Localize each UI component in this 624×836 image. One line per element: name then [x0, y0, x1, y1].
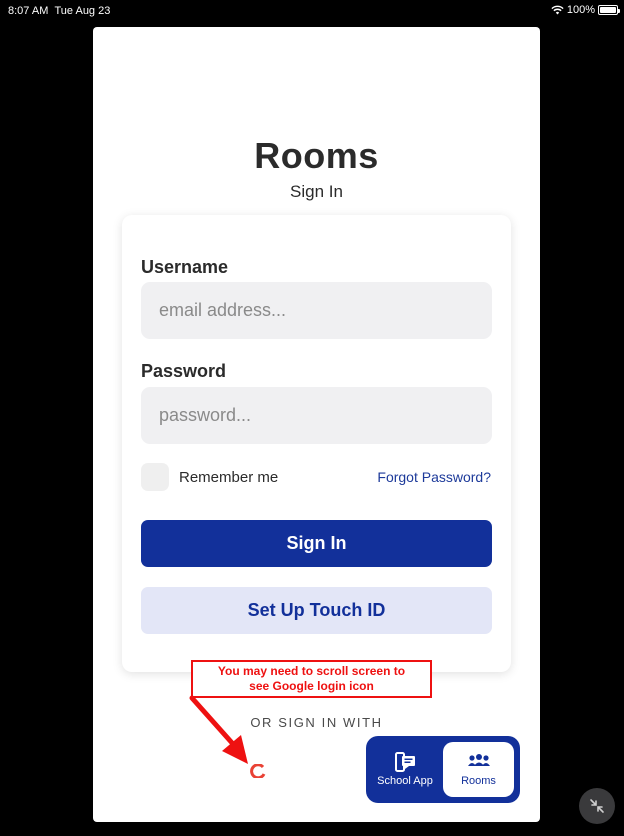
annotation-line-2: see Google login icon: [249, 679, 374, 693]
status-date: Tue Aug 23: [54, 5, 111, 17]
username-label: Username: [141, 257, 229, 277]
app-title: Rooms: [254, 135, 379, 176]
status-right: 100%: [551, 4, 620, 16]
username-input[interactable]: [141, 282, 492, 339]
wifi-icon: [551, 5, 564, 15]
login-card: Username Password Remember me Forgot Pas…: [122, 215, 511, 672]
password-input[interactable]: [141, 387, 492, 444]
remember-me-label: Remember me: [179, 469, 279, 486]
app-switcher: School App Rooms: [366, 736, 520, 803]
rooms-label: Rooms: [461, 775, 496, 787]
school-app-icon: [395, 752, 415, 772]
battery-icon: [598, 5, 620, 15]
page-subtitle: Sign In: [290, 182, 343, 201]
rooms-icon: [467, 754, 490, 766]
school-app-label: School App: [377, 775, 433, 787]
battery-percent: 100%: [566, 4, 595, 16]
touch-id-button[interactable]: Set Up Touch ID: [141, 587, 492, 634]
sign-in-button[interactable]: Sign In: [141, 520, 492, 567]
password-label: Password: [141, 361, 227, 381]
status-bar: 8:07 AM Tue Aug 23 100%: [0, 0, 624, 20]
remember-me-checkbox[interactable]: [141, 463, 169, 491]
google-icon[interactable]: [250, 764, 266, 778]
collapse-arrows-icon: [590, 799, 604, 813]
battery-fill: [600, 7, 616, 13]
or-sign-in-with-label: OR SIGN IN WITH: [250, 715, 383, 730]
rooms-tab[interactable]: Rooms: [443, 742, 514, 797]
annotation-note: You may need to scroll screen to see Goo…: [191, 660, 432, 698]
school-app-tab[interactable]: School App: [372, 742, 438, 797]
forgot-password-link[interactable]: Forgot Password?: [377, 469, 491, 485]
collapse-button[interactable]: [579, 788, 615, 824]
status-time: 8:07 AM Tue Aug 23: [8, 5, 111, 17]
annotation-line-1: You may need to scroll screen to: [217, 664, 406, 678]
